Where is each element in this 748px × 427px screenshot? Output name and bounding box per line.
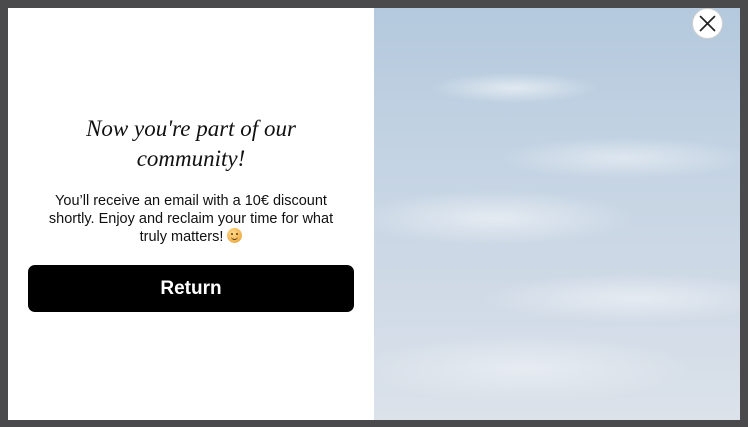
sky-image <box>374 8 740 420</box>
modal-headline: Now you're part of our community! <box>86 116 296 171</box>
smiling-face-icon <box>227 228 243 243</box>
close-icon <box>699 15 716 32</box>
modal-message: You’ll receive an email with a 10€ disco… <box>48 193 334 245</box>
modal-message-container: You’ll receive an email with a 10€ disco… <box>38 192 344 246</box>
close-button[interactable] <box>692 8 723 39</box>
modal-content-panel: Now you're part of our community! You’ll… <box>8 8 374 420</box>
signup-success-modal: Now you're part of our community! You’ll… <box>8 8 740 420</box>
return-button[interactable]: Return <box>28 265 354 312</box>
